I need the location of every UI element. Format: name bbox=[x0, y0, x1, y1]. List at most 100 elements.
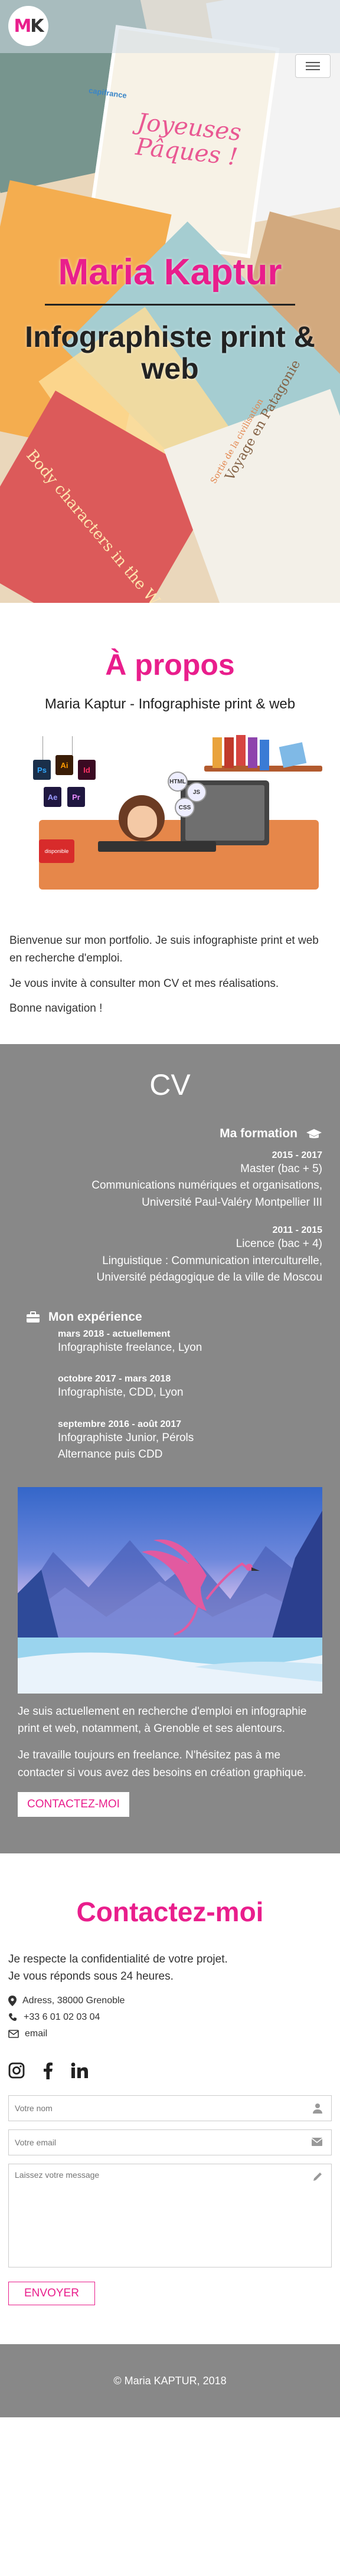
experience-line: Alternance puis CDD bbox=[58, 1448, 163, 1461]
contact-lead: Je respecte la confidentialité de votre … bbox=[8, 1951, 332, 1985]
footer: © Maria KAPTUR, 2018 bbox=[0, 2344, 340, 2418]
hero-divider bbox=[45, 304, 295, 306]
about-paragraph: Bienvenue sur mon portfolio. Je suis inf… bbox=[9, 934, 319, 965]
email-field-wrapper bbox=[8, 2129, 332, 2156]
contact-title: Contactez-moi bbox=[76, 1896, 264, 1928]
pencil-icon bbox=[313, 2173, 322, 2181]
contact-section: Contactez-moi Je respecte la confidentia… bbox=[0, 1853, 340, 2345]
email-input[interactable] bbox=[9, 2130, 331, 2155]
book-icon bbox=[236, 735, 246, 766]
experience-dates: octobre 2017 - mars 2018 bbox=[58, 1374, 171, 1384]
flamingo-illustration bbox=[18, 1486, 322, 1694]
formation-line: Linguistique : Communication intercultur… bbox=[102, 1254, 322, 1267]
experience-line: Infographiste Junior, Pérols bbox=[58, 1431, 194, 1444]
graduation-cap-icon bbox=[306, 1128, 322, 1138]
about-illustration: Ps Ai Id Ae Pr disponible HTML JS CSS bbox=[9, 735, 331, 925]
navbar: MK bbox=[0, 0, 340, 78]
about-paragraph: Bonne navigation ! bbox=[9, 1002, 103, 1015]
address-row: Adress, 38000 Grenoble bbox=[8, 1996, 332, 2007]
experience-line: Infographiste freelance, Lyon bbox=[58, 1341, 202, 1354]
formation-block: Ma formation 2015 - 2017 Master (bac + 5… bbox=[18, 1127, 322, 1287]
hero-heading: Maria Kaptur Infographiste print & web bbox=[0, 251, 340, 385]
about-subtitle: Maria Kaptur - Infographiste print & web bbox=[44, 696, 296, 712]
experience-dates: septembre 2016 - août 2017 bbox=[58, 1419, 181, 1429]
logo-letter-m: M bbox=[14, 15, 31, 37]
formation-dates: 2011 - 2015 bbox=[272, 1225, 322, 1236]
address-text: Adress, 38000 Grenoble bbox=[22, 1996, 125, 2006]
facebook-icon[interactable] bbox=[42, 2062, 53, 2082]
phone-link[interactable]: +33 6 01 02 03 04 bbox=[24, 2012, 100, 2023]
frame-string bbox=[42, 736, 43, 760]
cv-section: CV Ma formation 2015 - 2017 Master (bac … bbox=[0, 1043, 340, 1854]
message-field-wrapper bbox=[8, 2164, 332, 2268]
formation-item: 2011 - 2015 Licence (bac + 4) Linguistiq… bbox=[18, 1225, 322, 1287]
experience-item: mars 2018 - actuellement Infographiste f… bbox=[18, 1329, 322, 1357]
book-icon bbox=[212, 737, 222, 768]
html-bubble: HTML bbox=[168, 772, 188, 792]
photoshop-icon: Ps bbox=[33, 760, 51, 780]
logo-letter-k: K bbox=[30, 15, 44, 37]
logo[interactable]: MK bbox=[8, 6, 48, 46]
name-field-wrapper bbox=[8, 2095, 332, 2122]
shelf bbox=[204, 735, 322, 772]
book-icon bbox=[279, 742, 307, 768]
formation-line: Université pédagogique de la ville de Mo… bbox=[96, 1271, 322, 1284]
social-links bbox=[8, 2062, 332, 2082]
envelope-icon bbox=[8, 2030, 19, 2039]
hero-section: capifrance Joyeuses Pâques ! Voyage en P… bbox=[0, 0, 340, 603]
cv-paragraph: Je suis actuellement en recherche d'empl… bbox=[18, 1705, 307, 1735]
cv-title: CV bbox=[149, 1068, 191, 1101]
desk bbox=[39, 820, 319, 890]
about-paragraph: Je vous invite à consulter mon CV et mes… bbox=[9, 977, 279, 990]
hamburger-icon[interactable] bbox=[295, 54, 331, 78]
contact-me-button[interactable]: CONTACTEZ-MOI bbox=[18, 1792, 129, 1817]
phone-icon bbox=[9, 2013, 17, 2022]
hamburger-bar bbox=[306, 62, 320, 63]
experience-heading-label: Mon expérience bbox=[48, 1310, 142, 1324]
hamburger-bar bbox=[306, 65, 320, 67]
send-button[interactable]: ENVOYER bbox=[8, 2282, 95, 2306]
formation-line: Université Paul-Valéry Montpellier III bbox=[142, 1196, 322, 1209]
cv-text: Je suis actuellement en recherche d'empl… bbox=[18, 1703, 322, 1782]
about-text: Bienvenue sur mon portfolio. Je suis inf… bbox=[9, 932, 331, 1018]
instagram-icon[interactable] bbox=[8, 2062, 25, 2082]
name-input[interactable] bbox=[9, 2096, 331, 2121]
character-face bbox=[128, 806, 157, 838]
formation-dates: 2015 - 2017 bbox=[272, 1150, 322, 1160]
contact-lead-line: Je respecte la confidentialité de votre … bbox=[8, 1953, 228, 1966]
map-marker-icon bbox=[8, 1996, 17, 2007]
formation-line: Licence (bac + 4) bbox=[236, 1238, 322, 1251]
briefcase-icon bbox=[27, 1311, 40, 1323]
after-effects-icon: Ae bbox=[44, 787, 61, 807]
message-textarea[interactable] bbox=[9, 2164, 331, 2267]
keyboard-icon bbox=[98, 841, 216, 852]
contact-info: Adress, 38000 Grenoble +33 6 01 02 03 04… bbox=[8, 1996, 332, 2039]
css-bubble: CSS bbox=[175, 798, 195, 818]
formation-line: Communications numériques et organisatio… bbox=[91, 1179, 322, 1192]
experience-heading: Mon expérience bbox=[18, 1310, 322, 1324]
book-icon bbox=[260, 740, 269, 770]
email-link[interactable]: email bbox=[25, 2029, 47, 2039]
formation-heading: Ma formation bbox=[18, 1127, 322, 1141]
linkedin-icon[interactable] bbox=[71, 2062, 89, 2082]
formation-item: 2015 - 2017 Master (bac + 5) Communicati… bbox=[18, 1150, 322, 1212]
about-title: À propos bbox=[105, 648, 235, 681]
contact-form: ENVOYER bbox=[8, 2095, 332, 2306]
hero-title: Maria Kaptur bbox=[58, 252, 282, 293]
formation-heading-label: Ma formation bbox=[220, 1126, 298, 1140]
user-icon bbox=[313, 2104, 322, 2114]
envelope-icon bbox=[311, 2138, 323, 2147]
about-section: À propos Maria Kaptur - Infographiste pr… bbox=[0, 603, 340, 1044]
illustrator-icon: Ai bbox=[55, 755, 73, 775]
book-icon bbox=[248, 737, 257, 768]
contact-lead-line: Je vous réponds sous 24 heures. bbox=[8, 1970, 174, 1983]
experience-dates: mars 2018 - actuellement bbox=[58, 1328, 171, 1339]
cv-paragraph: Je travaille toujours en freelance. N'hé… bbox=[18, 1749, 307, 1779]
copyright-text: © Maria KAPTUR, 2018 bbox=[113, 2374, 227, 2387]
phone-row: +33 6 01 02 03 04 bbox=[8, 2012, 332, 2023]
hero-subtitle: Infographiste print & web bbox=[25, 320, 315, 385]
indesign-icon: Id bbox=[78, 760, 96, 780]
formation-line: Master (bac + 5) bbox=[240, 1162, 322, 1175]
premiere-icon: Pr bbox=[67, 787, 85, 807]
experience-block: Mon expérience mars 2018 - actuellement … bbox=[18, 1310, 322, 1463]
